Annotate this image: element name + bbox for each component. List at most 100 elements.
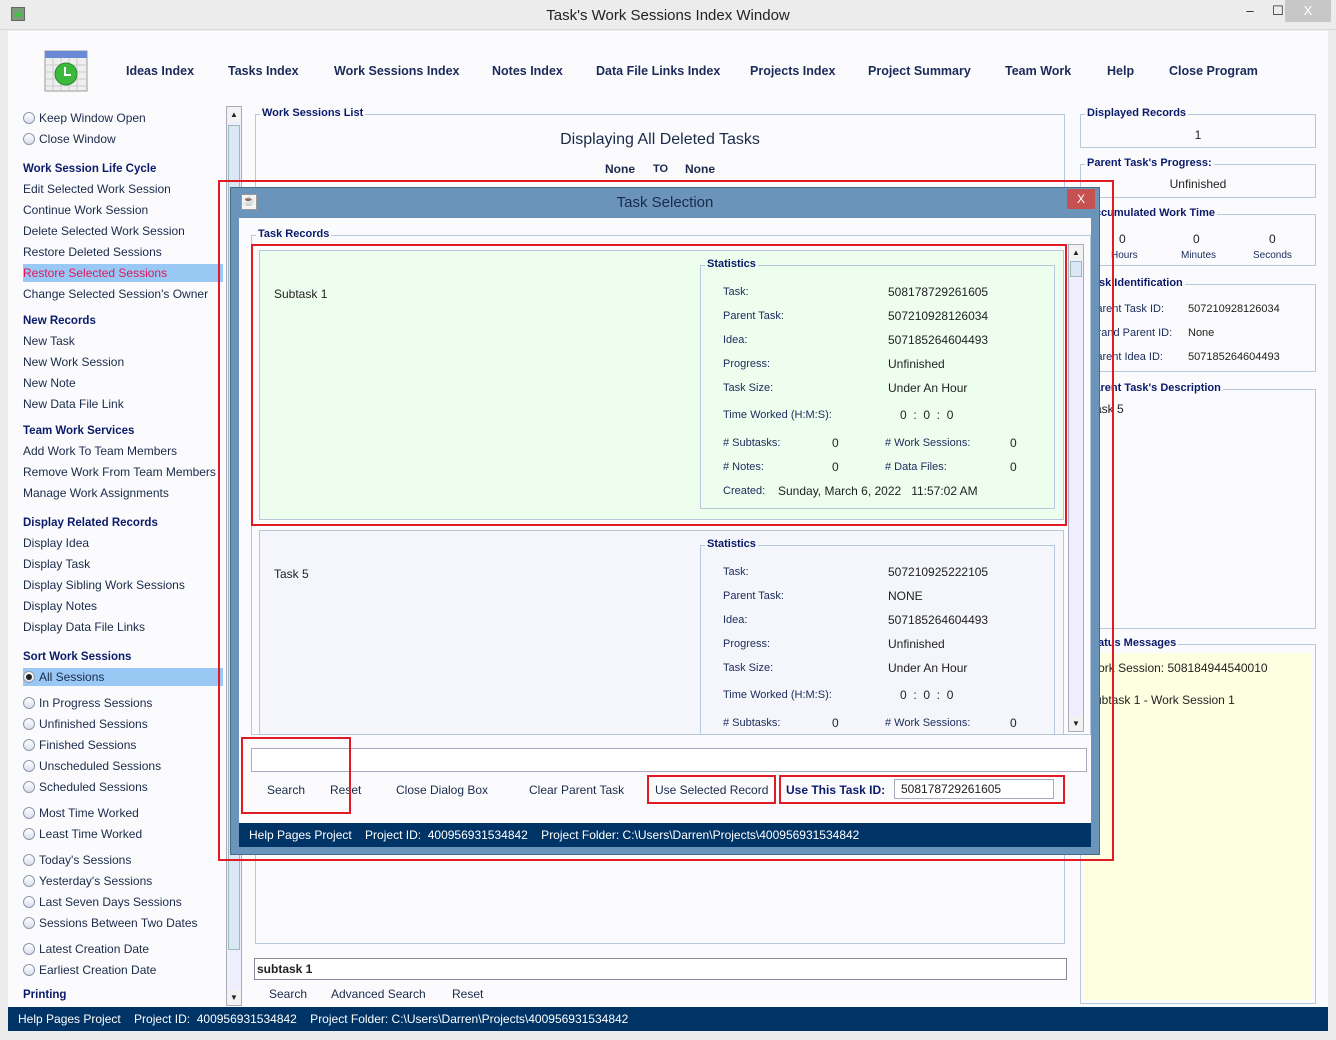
time-worked-value: 0 : 0 : 0 (900, 688, 954, 702)
accumulated-legend: Accumulated Work Time (1085, 207, 1217, 219)
close-window-button[interactable]: X (1285, 0, 1331, 22)
scroll-down-arrow-icon[interactable]: ▼ (1069, 716, 1083, 731)
radio-in-progress[interactable]: In Progress Sessions (23, 694, 152, 712)
hours-label: Hours (1111, 250, 1138, 261)
sidebar-heading-new-records: New Records (23, 315, 96, 327)
radio-between-dates[interactable]: Sessions Between Two Dates (23, 914, 198, 932)
radio-icon (23, 112, 35, 124)
sidebar-item-restore-selected[interactable]: Restore Selected Sessions (23, 264, 223, 282)
time-worked-value: 0 : 0 : 0 (900, 408, 954, 422)
menu-work-sessions-index[interactable]: Work Sessions Index (334, 64, 460, 78)
progress-value: Unfinished (888, 357, 945, 371)
main-status-bar: Help Pages Project Project ID: 400956931… (8, 1007, 1328, 1031)
menu-tasks-index[interactable]: Tasks Index (228, 64, 299, 78)
records-scrollbar-thumb[interactable] (1070, 261, 1082, 277)
sidebar-item-change-owner[interactable]: Change Selected Session's Owner (23, 285, 208, 303)
radio-icon (23, 896, 35, 908)
radio-scheduled[interactable]: Scheduled Sessions (23, 778, 148, 796)
menu-notes-index[interactable]: Notes Index (492, 64, 563, 78)
sidebar-item-new-note[interactable]: New Note (23, 374, 76, 392)
sidebar-item-restore-deleted[interactable]: Restore Deleted Sessions (23, 243, 162, 261)
idea-label: Idea: (723, 614, 748, 626)
menu-help[interactable]: Help (1107, 64, 1134, 78)
sidebar-item-display-siblings[interactable]: Display Sibling Work Sessions (23, 576, 185, 594)
minutes-label: Minutes (1181, 250, 1217, 261)
parent-task-value: NONE (888, 589, 923, 603)
sidebar-item-display-data-file-links[interactable]: Display Data File Links (23, 618, 145, 636)
dialog-close-button[interactable]: X (1067, 189, 1095, 209)
task-record-selected[interactable]: Subtask 1 Statistics Task: 5081787292616… (259, 250, 1064, 520)
sidebar-item-delete-session[interactable]: Delete Selected Work Session (23, 222, 185, 240)
radio-close-window[interactable]: Close Window (23, 130, 116, 148)
minutes-value: 0 (1193, 232, 1200, 246)
task-size-value: Under An Hour (888, 381, 968, 395)
radio-icon (23, 943, 35, 955)
task-label: Task: (723, 566, 749, 578)
status-messages-panel: Status Messages Work Session: 5081849445… (1080, 637, 1316, 1004)
radio-all-sessions[interactable]: All Sessions (23, 668, 223, 686)
radio-icon (23, 697, 35, 709)
scroll-down-arrow-icon[interactable]: ▼ (227, 990, 241, 1005)
radio-last-seven-days[interactable]: Last Seven Days Sessions (23, 893, 182, 911)
seconds-label: Seconds (1253, 250, 1292, 261)
sidebar-item-new-task[interactable]: New Task (23, 332, 75, 350)
main-reset-button[interactable]: Reset (452, 987, 483, 1001)
main-search-button[interactable]: Search (269, 987, 307, 1001)
sidebar-item-add-work-team[interactable]: Add Work To Team Members (23, 442, 177, 460)
menu-data-file-links-index[interactable]: Data File Links Index (596, 64, 720, 78)
task-record[interactable]: Task 5 Statistics Task: 507210925222105 … (259, 530, 1064, 734)
dialog-search-input[interactable] (251, 748, 1087, 772)
parent-description-panel: Parent Task's Description Task 5 (1080, 382, 1316, 629)
parent-task-label: Parent Task: (723, 590, 784, 602)
use-selected-record-button[interactable]: Use Selected Record (655, 783, 768, 797)
scroll-up-arrow-icon[interactable]: ▲ (1069, 245, 1083, 260)
time-worked-label: Time Worked (H:M:S): (723, 409, 832, 421)
menu-team-work[interactable]: Team Work (1005, 64, 1071, 78)
menu-projects-index[interactable]: Projects Index (750, 64, 835, 78)
sidebar-item-new-data-file-link[interactable]: New Data File Link (23, 395, 124, 413)
sidebar-item-display-task[interactable]: Display Task (23, 555, 90, 573)
radio-unscheduled[interactable]: Unscheduled Sessions (23, 757, 161, 775)
notes-value: 0 (832, 460, 839, 474)
seconds-value: 0 (1269, 232, 1276, 246)
displayed-records-panel: Displayed Records 1 (1080, 107, 1316, 148)
work-sessions-value: 0 (1010, 436, 1017, 450)
sidebar-item-remove-work-team[interactable]: Remove Work From Team Members (23, 463, 216, 481)
radio-finished[interactable]: Finished Sessions (23, 736, 136, 754)
scroll-up-arrow-icon[interactable]: ▲ (227, 107, 241, 122)
main-search-input[interactable]: subtask 1 (254, 958, 1067, 980)
created-value: Sunday, March 6, 2022 11:57:02 AM (778, 484, 978, 498)
sidebar-item-continue-session[interactable]: Continue Work Session (23, 201, 148, 219)
record-name: Subtask 1 (274, 287, 328, 301)
sidebar-item-display-idea[interactable]: Display Idea (23, 534, 89, 552)
close-dialog-button[interactable]: Close Dialog Box (396, 783, 488, 797)
clear-parent-task-button[interactable]: Clear Parent Task (529, 783, 624, 797)
sidebar-item-new-work-session[interactable]: New Work Session (23, 353, 124, 371)
radio-keep-window-open[interactable]: Keep Window Open (23, 109, 146, 127)
record-name: Task 5 (274, 567, 309, 581)
parent-idea-id: 507185264604493 (1188, 351, 1280, 363)
sidebar-item-edit-session[interactable]: Edit Selected Work Session (23, 180, 171, 198)
dialog-body: Task Records Subtask 1 Statistics Task: … (239, 218, 1091, 823)
radio-earliest-creation[interactable]: Earliest Creation Date (23, 961, 156, 979)
records-scrollbar[interactable]: ▲ ▼ (1068, 244, 1084, 732)
radio-least-time[interactable]: Least Time Worked (23, 825, 142, 843)
radio-todays[interactable]: Today's Sessions (23, 851, 131, 869)
statistics-panel: Statistics Task: 507210925222105 Parent … (700, 538, 1055, 734)
radio-icon (23, 917, 35, 929)
advanced-search-button[interactable]: Advanced Search (331, 987, 426, 1001)
use-task-id-input[interactable]: 508178729261605 (894, 779, 1054, 799)
menu-project-summary[interactable]: Project Summary (868, 64, 971, 78)
dialog-reset-button[interactable]: Reset (330, 783, 361, 797)
radio-latest-creation[interactable]: Latest Creation Date (23, 940, 149, 958)
sidebar-item-display-notes[interactable]: Display Notes (23, 597, 97, 615)
menu-close-program[interactable]: Close Program (1169, 64, 1258, 78)
range-to: None (685, 162, 715, 176)
dialog-search-button[interactable]: Search (267, 783, 305, 797)
subtasks-value: 0 (832, 716, 839, 730)
sidebar-item-manage-assignments[interactable]: Manage Work Assignments (23, 484, 169, 502)
radio-most-time[interactable]: Most Time Worked (23, 804, 139, 822)
radio-unfinished[interactable]: Unfinished Sessions (23, 715, 148, 733)
status-line-2: Subtask 1 - Work Session 1 (1087, 693, 1235, 707)
radio-yesterdays[interactable]: Yesterday's Sessions (23, 872, 152, 890)
